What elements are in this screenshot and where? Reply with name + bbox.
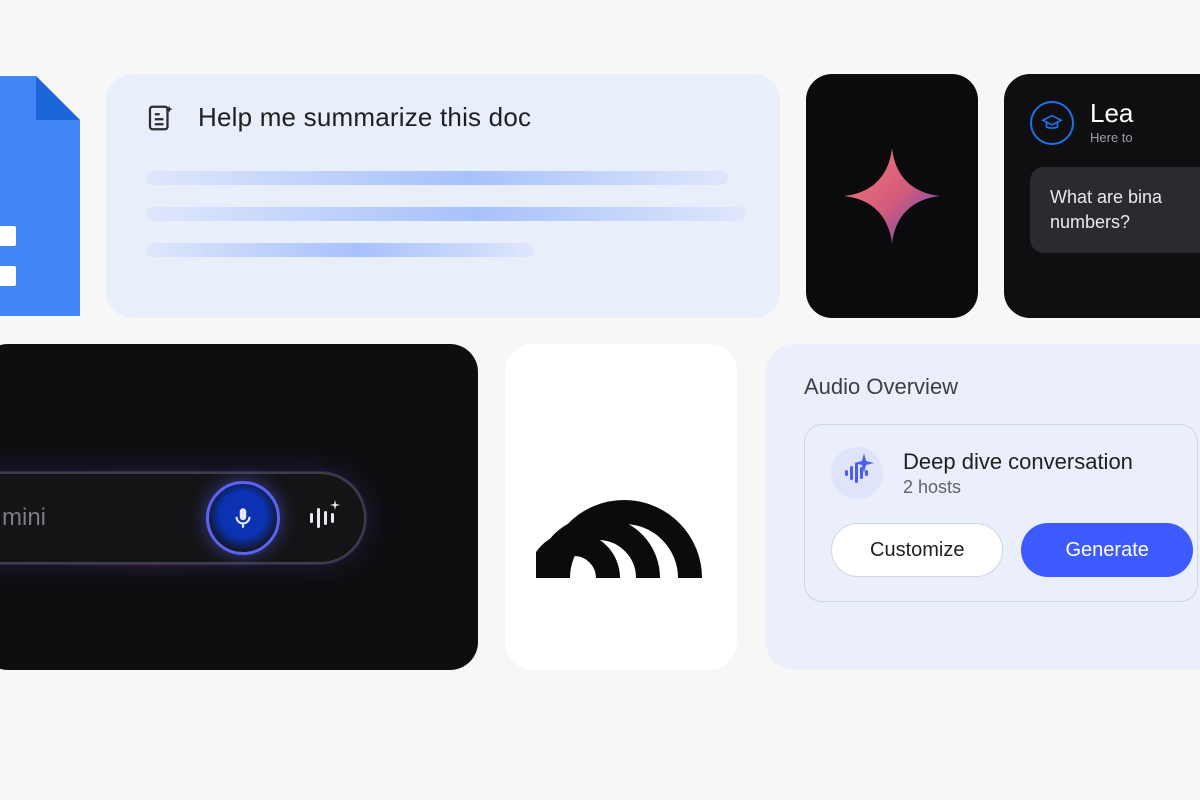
learn-subtitle: Here to bbox=[1090, 130, 1133, 145]
generate-button[interactable]: Generate bbox=[1021, 523, 1192, 577]
summarize-prompt-text: Help me summarize this doc bbox=[198, 102, 531, 133]
arches-logo-tile bbox=[505, 344, 737, 670]
gemini-sparkle-icon bbox=[842, 146, 942, 246]
learn-question-bubble[interactable]: What are bina numbers? bbox=[1030, 167, 1200, 253]
summarize-prompt-card[interactable]: Help me summarize this doc bbox=[106, 74, 780, 318]
deep-dive-title: Deep dive conversation bbox=[903, 449, 1133, 475]
learn-card[interactable]: Lea Here to What are bina numbers? bbox=[1004, 74, 1200, 318]
deep-dive-panel: Deep dive conversation 2 hosts Customize… bbox=[804, 424, 1198, 602]
audio-overview-card: Audio Overview Deep dive conversation 2 … bbox=[766, 344, 1200, 670]
gemini-sparkle-tile bbox=[806, 74, 978, 318]
learn-title: Lea bbox=[1090, 100, 1133, 126]
arches-icon bbox=[536, 432, 706, 582]
customize-button[interactable]: Customize bbox=[831, 523, 1003, 577]
deep-dive-subtitle: 2 hosts bbox=[903, 477, 1133, 498]
microphone-icon bbox=[230, 505, 256, 531]
placeholder-line bbox=[146, 171, 728, 185]
gemini-placeholder: mini bbox=[2, 504, 176, 532]
placeholder-line bbox=[146, 243, 534, 257]
doc-sparkle-icon bbox=[146, 103, 176, 133]
placeholder-line bbox=[146, 207, 746, 221]
microphone-button[interactable] bbox=[206, 481, 280, 555]
soundwave-sparkle-icon bbox=[831, 447, 883, 499]
audio-overview-header: Audio Overview bbox=[804, 374, 1198, 400]
google-docs-icon bbox=[0, 76, 80, 316]
gemini-voice-card: mini bbox=[0, 344, 478, 670]
graduation-cap-icon bbox=[1030, 101, 1074, 145]
soundwave-sparkle-icon[interactable] bbox=[310, 506, 334, 530]
gemini-search-pill[interactable]: mini bbox=[0, 472, 366, 564]
